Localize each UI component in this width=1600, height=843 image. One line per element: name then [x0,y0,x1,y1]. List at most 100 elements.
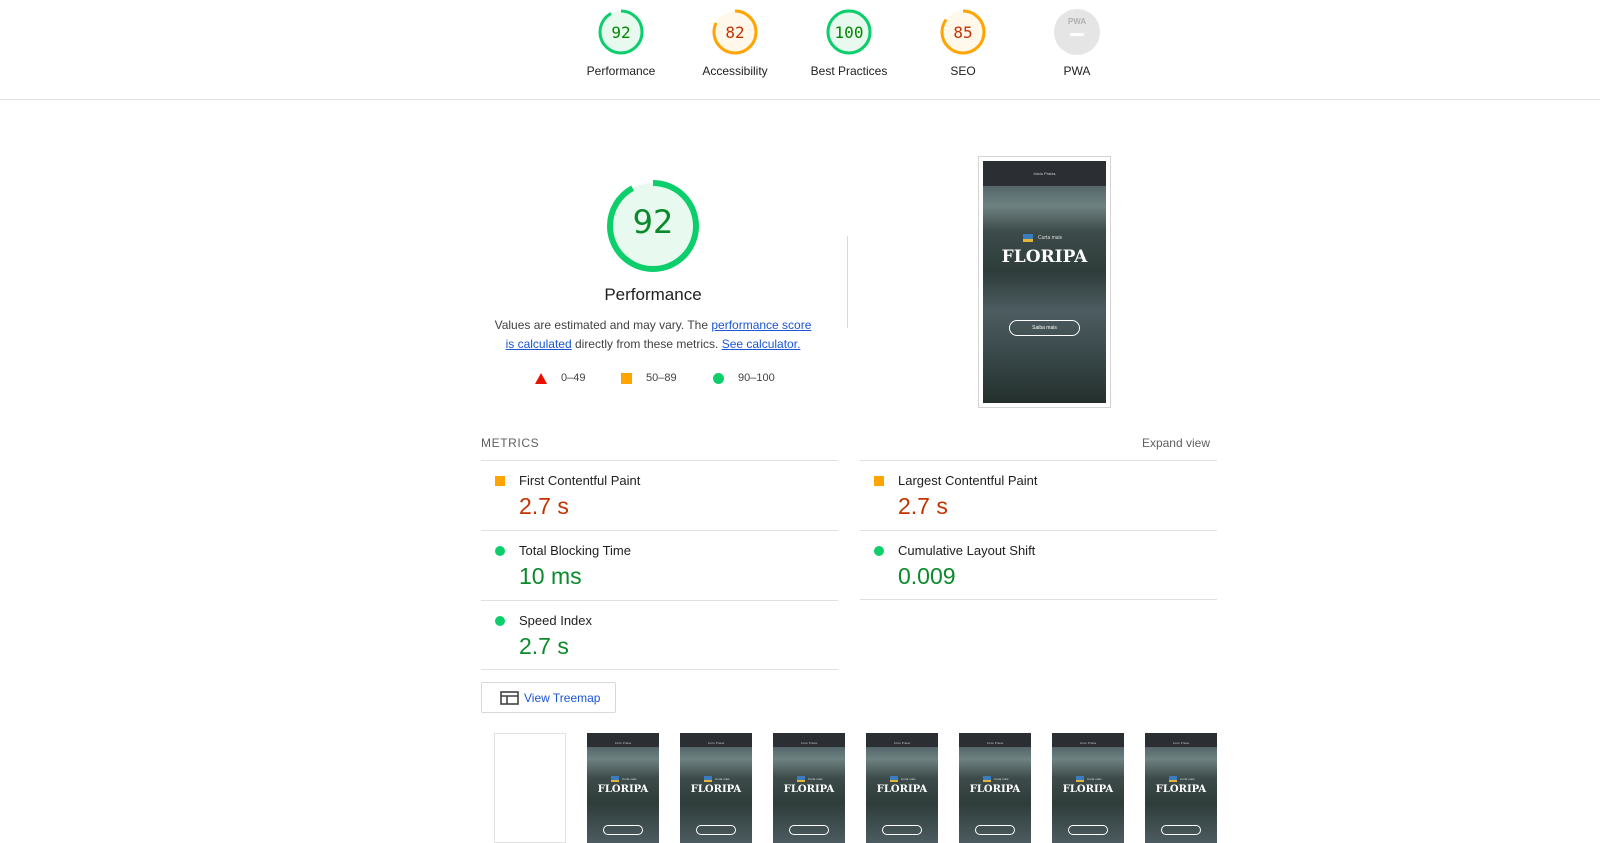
square-icon [495,476,505,486]
performance-description: Values are estimated and may vary. The p… [490,316,816,354]
performance-score: 92 [632,203,674,241]
filmstrip-frame: Início Praias Curta mais FLORIPA [773,733,845,843]
frame-nav: Início Praias [800,741,818,745]
flag-icon [797,776,805,782]
pwa-badge-icon: PWA [1054,9,1100,55]
treemap-icon [500,690,519,705]
filmstrip-frame: Início Praias Curta mais FLORIPA [587,733,659,843]
frame-title: FLORIPA [1062,784,1114,795]
pwa-dash [1070,33,1084,36]
frame-button [882,825,922,835]
performance-title: Performance [604,285,702,304]
frame-button [603,825,643,835]
final-screenshot[interactable]: Início Praias Curta mais FLORIPA Saiba m… [978,156,1111,408]
flag-icon [611,776,619,782]
gauge-label: Accessibility [702,64,768,78]
frame-nav: Início Praias [1079,741,1097,745]
gauge-label: PWA [1063,64,1091,78]
legend-fail: 0–49 [535,372,585,384]
frame-button [789,825,829,835]
frame-nav: Início Praias [1172,741,1190,745]
gauge-score: 85 [953,23,973,42]
metric-divider [860,599,1217,600]
gauge-best-practices[interactable]: 100 Best Practices [804,9,894,78]
frame-tag-text: Curta mais [622,777,637,781]
triangle-icon [535,372,547,384]
filmstrip-frame: Início Praias Curta mais FLORIPA [680,733,752,843]
legend-average: 50–89 [621,372,677,384]
frame-title: FLORIPA [969,784,1021,795]
see-calculator-link[interactable]: See calculator. [722,337,801,351]
metric-value: 2.7 s [898,493,948,519]
circle-icon [495,616,505,626]
screenshot-title: FLORIPA [1001,247,1088,267]
circle-icon [713,372,724,384]
metric-name: Total Blocking Time [519,543,631,558]
desc-text: Values are estimated and may vary. The [494,318,712,332]
flag-icon [983,776,991,782]
expand-view-toggle[interactable]: Expand view [1130,436,1210,450]
frame-tag-text: Curta mais [715,777,730,781]
gauge-performance[interactable]: 92 Performance [576,9,666,78]
metric-fcp: First Contentful Paint 2.7 s [481,460,838,530]
frame-tag-text: Curta mais [1180,777,1195,781]
metric-value: 2.7 s [519,493,569,519]
frame-button [696,825,736,835]
metric-lcp: Largest Contentful Paint 2.7 s [860,460,1217,530]
frame-button [1068,825,1108,835]
gauge-score: 92 [611,23,631,42]
pwa-badge-text: PWA [1067,17,1087,26]
vertical-divider [847,236,848,328]
frame-nav: Início Praias [986,741,1004,745]
metric-value: 0.009 [898,563,956,589]
metrics-header: METRICS [481,436,540,450]
circle-icon [495,546,505,556]
screenshot-tag-text: Curta mais [1038,235,1063,241]
metric-value: 10 ms [519,563,582,589]
metric-divider [481,669,838,670]
square-icon [621,372,632,384]
frame-tag-text: Curta mais [994,777,1009,781]
flag-icon [1023,234,1033,242]
flag-icon [890,776,898,782]
metric-name: Largest Contentful Paint [898,473,1038,488]
legend-pass: 90–100 [713,372,775,384]
frame-title: FLORIPA [783,784,835,795]
view-treemap-button[interactable]: View Treemap [481,682,616,713]
metric-si: Speed Index 2.7 s [481,600,838,670]
frame-title: FLORIPA [597,784,649,795]
desc-text: directly from these metrics. [571,337,722,351]
frame-title: FLORIPA [876,784,928,795]
category-gauges-bar: 92 Performance 82 Accessibility 100 Best… [0,0,1600,100]
frame-button [1161,825,1201,835]
screenshot-image: Início Praias Curta mais FLORIPA Saiba m… [983,161,1106,403]
screenshot-button: Saiba mais [1009,320,1080,336]
filmstrip-frame: Início Praias Curta mais FLORIPA [1052,733,1124,843]
gauge-label: Best Practices [810,64,888,78]
filmstrip-frame [494,733,566,843]
frame-nav: Início Praias [614,741,632,745]
frame-button [975,825,1015,835]
legend-label: 50–89 [646,372,677,384]
circle-icon [874,546,884,556]
gauge-pwa[interactable]: PWA PWA [1032,9,1122,78]
gauge-label: Performance [586,64,656,78]
gauge-seo[interactable]: 85 SEO [918,9,1008,78]
frame-tag-text: Curta mais [901,777,916,781]
gauge-accessibility[interactable]: 82 Accessibility [690,9,780,78]
legend-label: 0–49 [561,372,586,384]
flag-icon [1169,776,1177,782]
frame-title: FLORIPA [690,784,742,795]
flag-icon [1076,776,1084,782]
frame-tag-text: Curta mais [808,777,823,781]
screenshot-tag: Curta mais [1023,234,1062,242]
performance-gauge: 92 [606,179,700,273]
metric-name: Cumulative Layout Shift [898,543,1036,558]
view-treemap-label: View Treemap [524,690,601,705]
screenshot-nav: Início Praias [1033,171,1056,176]
filmstrip-frame: Início Praias Curta mais FLORIPA [866,733,938,843]
metric-tbt: Total Blocking Time 10 ms [481,530,838,600]
frame-nav: Início Praias [893,741,911,745]
flag-icon [704,776,712,782]
frame-title: FLORIPA [1155,784,1207,795]
